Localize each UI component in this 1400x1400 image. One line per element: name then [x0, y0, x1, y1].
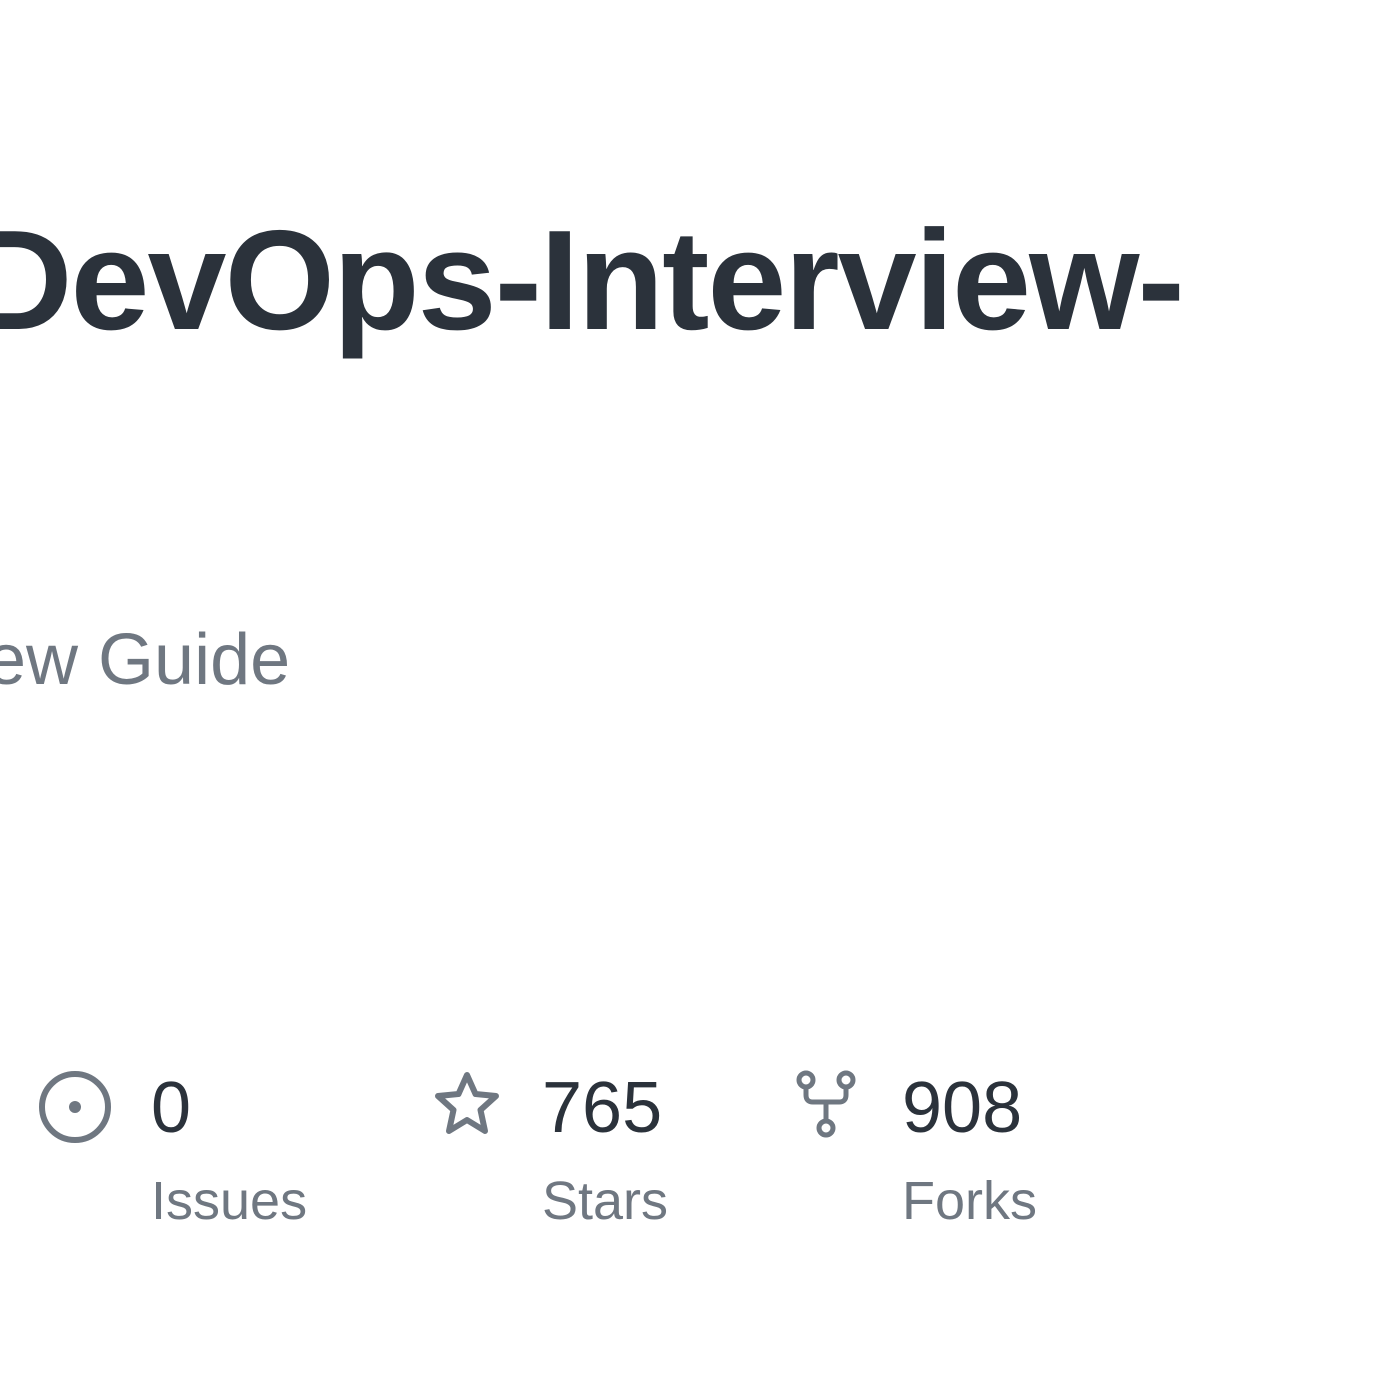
issues-label: Issues: [151, 1171, 308, 1231]
repo-title[interactable]: DevOps-Interview-: [0, 210, 1185, 352]
stars-stat[interactable]: 765 Stars: [430, 1068, 730, 1238]
issue-opened-icon: [36, 1068, 114, 1151]
issues-stat[interactable]: 0 Issues: [36, 1068, 336, 1238]
forks-stat[interactable]: 908 Forks: [794, 1068, 1094, 1238]
repo-forked-icon: [794, 1068, 860, 1145]
stars-label: Stars: [542, 1171, 669, 1231]
forks-label: Forks: [902, 1171, 1037, 1231]
forks-count: 908: [902, 1068, 1023, 1148]
stars-count: 765: [542, 1068, 663, 1148]
repo-description: ew Guide: [0, 620, 291, 700]
star-icon: [430, 1068, 504, 1147]
issues-count: 0: [151, 1068, 192, 1148]
